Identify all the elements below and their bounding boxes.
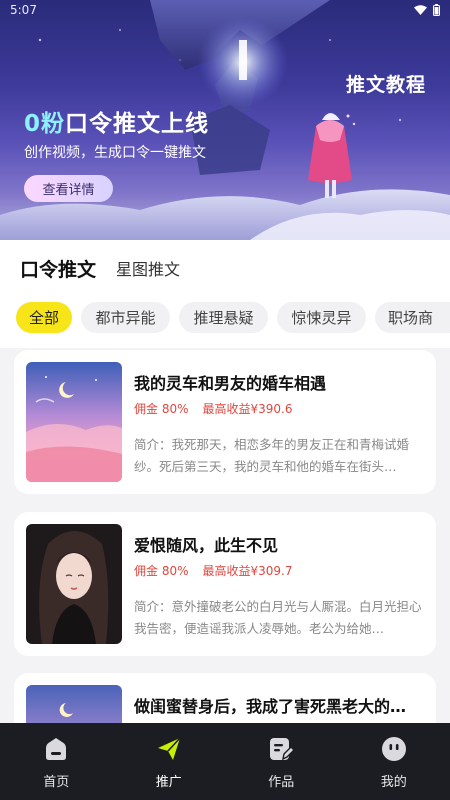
nav-label: 推广 bbox=[155, 775, 182, 790]
max-earnings: 最高收益¥309.7 bbox=[202, 564, 293, 578]
category-chip-urban[interactable]: 都市异能 bbox=[81, 302, 170, 333]
book-card[interactable]: 做闺蜜替身后，我成了害死黑老大的… bbox=[14, 673, 436, 723]
commission-rate: 佣金 80% bbox=[134, 402, 189, 416]
book-cover bbox=[26, 685, 122, 723]
battery-icon bbox=[433, 4, 440, 16]
book-card[interactable]: 爱恨随风，此生不见 佣金 80% 最高收益¥309.7 简介：意外撞破老公的白月… bbox=[14, 512, 436, 656]
nav-label: 首页 bbox=[43, 775, 70, 790]
edit-doc-icon bbox=[270, 738, 296, 761]
bottom-navigation: 首页 推广 作品 我的 bbox=[0, 723, 450, 800]
nav-label: 作品 bbox=[268, 775, 295, 790]
book-card[interactable]: 我的灵车和男友的婚车相遇 佣金 80% 最高收益¥390.6 简介：我死那天，相… bbox=[14, 350, 436, 494]
nav-label: 我的 bbox=[380, 775, 407, 790]
status-bar: 5:07 bbox=[0, 0, 450, 22]
book-earnings: 佣金 80% 最高收益¥309.7 bbox=[134, 562, 293, 579]
paper-plane-icon bbox=[157, 737, 181, 760]
nav-works[interactable]: 作品 bbox=[225, 723, 338, 800]
category-chip-mystery[interactable]: 推理悬疑 bbox=[179, 302, 268, 333]
promo-banner[interactable]: 5:07 推文教程 0粉口令推文上线 创作视频，生成口令一键推文 查看详情 bbox=[0, 0, 450, 240]
banner-title: 0粉口令推文上线 bbox=[24, 104, 209, 138]
category-filter: 全部 都市异能 推理悬疑 惊悚灵异 职场商 bbox=[0, 296, 450, 348]
book-title: 做闺蜜替身后，我成了害死黑老大的… bbox=[134, 697, 407, 716]
nav-home[interactable]: 首页 bbox=[0, 723, 113, 800]
nav-promote[interactable]: 推广 bbox=[113, 723, 226, 800]
tab-bar: 口令推文 星图推文 bbox=[0, 240, 450, 296]
profile-face-icon bbox=[381, 737, 406, 761]
book-cover bbox=[26, 362, 122, 482]
book-description: 简介：我死那天，相恋多年的男友正在和青梅试婚纱。死后第三天，我的灵车和他的婚车在… bbox=[134, 437, 410, 474]
banner-title-highlight: 0粉 bbox=[24, 111, 66, 137]
status-time: 5:07 bbox=[10, 3, 37, 17]
max-earnings: 最高收益¥390.6 bbox=[202, 402, 293, 416]
book-earnings: 佣金 80% 最高收益¥390.6 bbox=[134, 400, 293, 417]
home-icon bbox=[46, 738, 67, 760]
view-details-button[interactable]: 查看详情 bbox=[24, 175, 113, 202]
category-chip-horror[interactable]: 惊悚灵异 bbox=[277, 302, 366, 333]
category-chip-all[interactable]: 全部 bbox=[16, 302, 72, 333]
category-chip-workplace[interactable]: 职场商 bbox=[375, 302, 450, 333]
tab-label: 口令推文 bbox=[20, 259, 97, 281]
book-description: 简介：意外撞破老公的白月光与人厮混。白月光担心我告密，便造谣我派人凌辱她。老公为… bbox=[134, 599, 422, 636]
main-content[interactable]: 口令推文 星图推文 全部 都市异能 推理悬疑 惊悚灵异 职场商 我的灵车和男友的… bbox=[0, 240, 450, 723]
wifi-icon bbox=[414, 4, 427, 15]
banner-title-rest: 口令推文上线 bbox=[65, 111, 210, 137]
nav-profile[interactable]: 我的 bbox=[338, 723, 450, 800]
banner-subtitle: 创作视频，生成口令一键推文 bbox=[24, 145, 206, 161]
tab-star-map-promo[interactable]: 星图推文 bbox=[116, 256, 180, 280]
book-cover bbox=[26, 524, 122, 644]
commission-rate: 佣金 80% bbox=[134, 564, 189, 578]
book-title: 我的灵车和男友的婚车相遇 bbox=[134, 374, 327, 393]
book-title: 爱恨随风，此生不见 bbox=[134, 536, 279, 555]
tutorial-link[interactable]: 推文教程 bbox=[346, 70, 426, 97]
tab-password-promo[interactable]: 口令推文 bbox=[20, 255, 97, 285]
